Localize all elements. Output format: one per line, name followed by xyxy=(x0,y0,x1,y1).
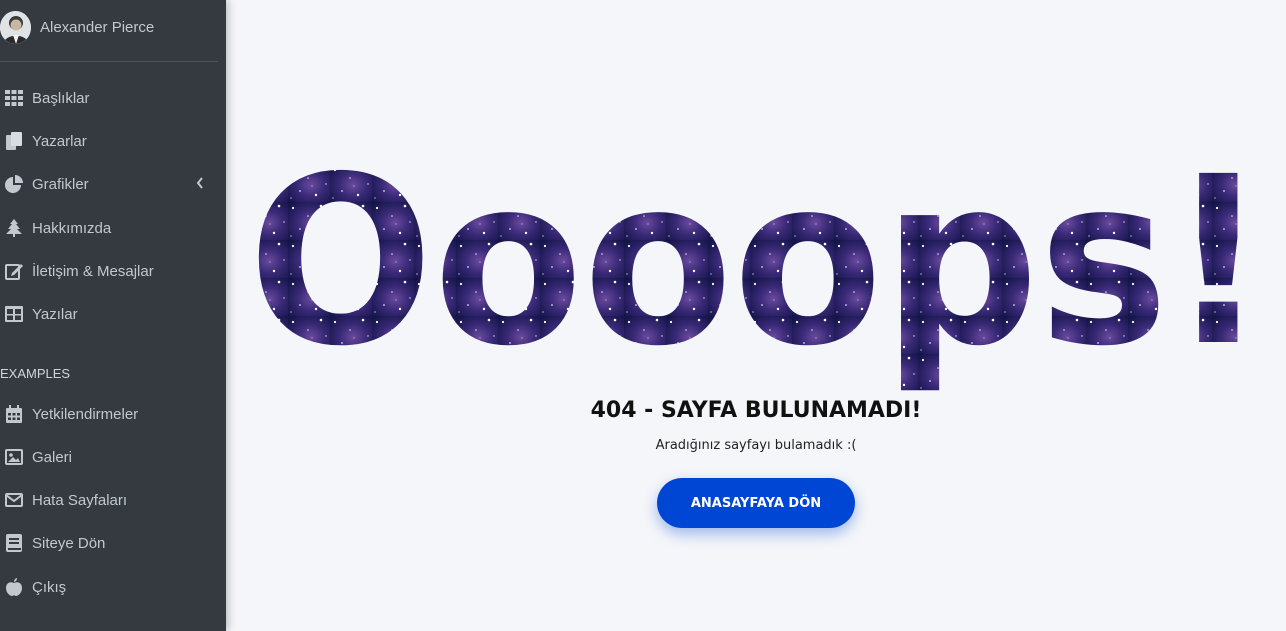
chevron-left-icon[interactable] xyxy=(196,176,204,193)
tree-icon xyxy=(4,218,24,238)
calendar-icon xyxy=(4,404,24,424)
user-name[interactable]: Alexander Pierce xyxy=(40,19,154,36)
error-message: Aradığınız sayfayı bulamadık :( xyxy=(655,438,857,453)
sidebar-item-basliklar[interactable]: Başlıklar xyxy=(0,80,218,116)
user-panel[interactable]: Alexander Pierce xyxy=(0,0,218,62)
sidebar-item-hata-sayfalari[interactable]: Hata Sayfaları xyxy=(0,482,218,518)
sidebar-item-yazarlar[interactable]: Yazarlar xyxy=(0,123,218,159)
sidebar-item-label: Galeri xyxy=(32,448,73,466)
sidebar-item-label: Grafikler xyxy=(32,175,89,193)
back-to-home-button[interactable]: ANASAYFAYA DÖN xyxy=(657,478,855,528)
sidebar-item-siteye-don[interactable]: Siteye Dön xyxy=(0,525,218,561)
sidebar: Alexander Pierce Başlıklar Yazarlar Graf… xyxy=(0,0,226,631)
sidebar-item-label: İletişim & Mesajlar xyxy=(32,262,154,280)
grid-icon xyxy=(4,88,24,108)
sidebar-item-yetkilendirmeler[interactable]: Yetkilendirmeler xyxy=(0,396,218,432)
sidebar-item-label: Hata Sayfaları xyxy=(32,491,128,509)
book-icon xyxy=(4,533,24,553)
main-content: Oooops! 404 - SAYFA BULUNAMADI! Aradığın… xyxy=(226,0,1286,631)
sidebar-item-iletisim[interactable]: İletişim & Mesajlar xyxy=(0,253,218,289)
sidebar-item-label: Çıkış xyxy=(32,578,67,596)
nav-section-header: EXAMPLES xyxy=(0,366,71,381)
image-icon xyxy=(4,447,24,467)
error-title: 404 - SAYFA BULUNAMADI! xyxy=(590,398,922,423)
sidebar-item-label: Yazarlar xyxy=(32,132,87,150)
edit-icon xyxy=(4,261,24,281)
pie-chart-icon xyxy=(4,174,24,194)
user-avatar[interactable] xyxy=(0,11,31,44)
apple-icon xyxy=(4,577,24,597)
oops-heading: Oooops! xyxy=(248,164,1268,394)
sidebar-item-hakkimizda[interactable]: Hakkımızda xyxy=(0,210,218,246)
sidebar-item-label: Yetkilendirmeler xyxy=(32,405,139,423)
sidebar-item-label: Başlıklar xyxy=(32,89,90,107)
sidebar-item-yazilar[interactable]: Yazılar xyxy=(0,296,218,332)
copy-icon xyxy=(4,131,24,151)
sidebar-item-label: Hakkımızda xyxy=(32,219,112,237)
envelope-icon xyxy=(4,490,24,510)
oops-text: Oooops! xyxy=(248,164,1268,394)
table-icon xyxy=(4,304,24,324)
sidebar-item-galeri[interactable]: Galeri xyxy=(0,439,218,475)
sidebar-item-grafikler[interactable]: Grafikler xyxy=(0,166,218,202)
sidebar-item-cikis[interactable]: Çıkış xyxy=(0,569,218,605)
sidebar-item-label: Yazılar xyxy=(32,305,78,323)
sidebar-item-label: Siteye Dön xyxy=(32,534,106,552)
